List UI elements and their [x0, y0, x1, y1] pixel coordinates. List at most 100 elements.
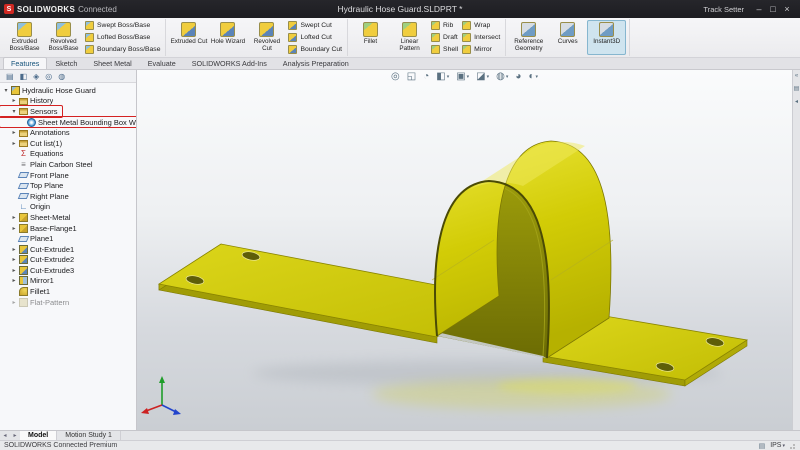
- tree-item-annotations[interactable]: ▸Annotations: [0, 127, 136, 138]
- zoom-area-icon[interactable]: ◱: [407, 71, 416, 82]
- cut-list-1-expander[interactable]: ▸: [11, 140, 17, 147]
- tab-evaluate[interactable]: Evaluate: [140, 57, 184, 69]
- swept-boss-base-button[interactable]: Swept Boss/Base: [85, 20, 160, 31]
- tree-item-origin[interactable]: Origin: [0, 202, 136, 213]
- user-name[interactable]: Track Setter: [703, 5, 744, 14]
- fillet-button[interactable]: Fillet: [351, 20, 390, 55]
- edit-appearance-icon[interactable]: ◕: [515, 71, 521, 82]
- tree-item-sheet-metal-bounding-box-width1-9in[interactable]: Sheet Metal Bounding Box Width1 (9in): [0, 117, 137, 128]
- tree-item-equations[interactable]: Equations: [0, 149, 136, 160]
- task-pane-icon[interactable]: ▤: [794, 85, 800, 92]
- lofted-cut-button[interactable]: Lofted Cut: [288, 32, 342, 43]
- revolved-boss-base-button[interactable]: Revolved Boss/Base: [44, 20, 83, 55]
- view-settings-icon[interactable]: ◐▾: [528, 71, 538, 82]
- maximize-button[interactable]: □: [766, 0, 780, 18]
- extruded-cut-button[interactable]: Extruded Cut: [169, 20, 208, 55]
- tree-item-sensors[interactable]: ▾Sensors: [0, 106, 62, 117]
- tab-sketch[interactable]: Sketch: [47, 57, 85, 69]
- zoom-fit-icon[interactable]: ◎: [391, 71, 400, 82]
- tab-motion-study-1[interactable]: Motion Study 1: [57, 431, 121, 440]
- resize-grip[interactable]: [790, 443, 796, 449]
- tree-item-label: Plain Carbon Steel: [30, 160, 93, 169]
- display-style-icon[interactable]: ◪▾: [476, 71, 489, 82]
- graphics-viewport[interactable]: ◎ ◱ ◔ ◧▾ ▣▾ ◪▾ ◍▾ ◕ ◐▾: [137, 70, 792, 430]
- center-hump[interactable]: [432, 141, 613, 358]
- propertymanager-tab[interactable]: ◧: [20, 70, 28, 83]
- history-expander[interactable]: ▸: [11, 97, 17, 104]
- shell-button[interactable]: Shell: [431, 44, 458, 55]
- tree-item-cut-list-1[interactable]: ▸Cut list(1): [0, 138, 136, 149]
- cut-extrude3-expander[interactable]: ▸: [11, 267, 17, 274]
- tree-item-base-flange1[interactable]: ▸Base-Flange1: [0, 223, 136, 234]
- command-manager-tabs: FeaturesSketchSheet MetalEvaluateSOLIDWO…: [0, 58, 800, 70]
- tab-features[interactable]: Features: [3, 57, 47, 69]
- tree-item-hydraulic-hose-guard[interactable]: ▾Hydraulic Hose Guard: [0, 85, 136, 96]
- tree-item-cut-extrude3[interactable]: ▸Cut-Extrude3: [0, 265, 136, 276]
- collapse-pane-icon[interactable]: «: [795, 73, 798, 79]
- extruded-boss-base-icon: [17, 22, 32, 37]
- instant3d-button[interactable]: Instant3D: [587, 20, 626, 55]
- hose-guard-part-view[interactable]: [137, 70, 792, 430]
- intersect-button[interactable]: Intersect: [462, 32, 500, 43]
- previous-view-icon[interactable]: ◔: [423, 71, 429, 82]
- tree-item-cut-extrude1[interactable]: ▸Cut-Extrude1: [0, 244, 136, 255]
- status-menu-icon[interactable]: ▤: [759, 442, 766, 450]
- tab-sheet-metal[interactable]: Sheet Metal: [85, 57, 139, 69]
- tab-analysis-preparation[interactable]: Analysis Preparation: [275, 57, 357, 69]
- tree-item-front-plane[interactable]: Front Plane: [0, 170, 136, 181]
- linear-pattern-button[interactable]: Linear Pattern: [390, 20, 429, 55]
- base-flange1-expander[interactable]: ▸: [11, 225, 17, 232]
- resources-icon[interactable]: ◂: [795, 98, 798, 105]
- mirror1-expander[interactable]: ▸: [11, 277, 17, 284]
- view-orientation-icon[interactable]: ▣▾: [456, 71, 469, 82]
- draft-button[interactable]: Draft: [431, 32, 458, 43]
- tree-item-mirror1[interactable]: ▸Mirror1: [0, 276, 136, 287]
- hide-show-icon[interactable]: ◍▾: [496, 71, 508, 82]
- tree-item-flat-pattern[interactable]: ▸Flat-Pattern: [0, 297, 136, 308]
- mirror-button[interactable]: Mirror: [462, 44, 500, 55]
- wrap-button[interactable]: Wrap: [462, 20, 500, 31]
- sheet-metal-expander[interactable]: ▸: [11, 214, 17, 221]
- tab-solidworks-add-ins[interactable]: SOLIDWORKS Add-Ins: [184, 57, 275, 69]
- featuremanager-tab[interactable]: ▤: [6, 70, 14, 83]
- boundary-boss-base-button[interactable]: Boundary Boss/Base: [85, 44, 160, 55]
- curves-icon: [560, 22, 575, 37]
- section-view-icon[interactable]: ◧▾: [436, 71, 449, 82]
- revolved-cut-button[interactable]: Revolved Cut: [247, 20, 286, 55]
- tree-item-right-plane[interactable]: Right Plane: [0, 191, 136, 202]
- scroll-left-icon[interactable]: ◂: [0, 431, 10, 440]
- configurationmanager-tab[interactable]: ◈: [33, 70, 39, 83]
- curves-button[interactable]: Curves: [548, 20, 587, 55]
- lofted-boss-base-button[interactable]: Lofted Boss/Base: [85, 32, 160, 43]
- rib-button[interactable]: Rib: [431, 20, 458, 31]
- sensors-expander[interactable]: ▾: [11, 108, 17, 115]
- close-button[interactable]: ×: [780, 0, 794, 18]
- tree-item-cut-extrude2[interactable]: ▸Cut-Extrude2: [0, 255, 136, 266]
- reference-geometry-button[interactable]: Reference Geometry: [509, 20, 548, 55]
- flat-pattern-expander[interactable]: ▸: [11, 299, 17, 306]
- hole-wizard-button[interactable]: Hole Wizard: [208, 20, 247, 55]
- dimxpertmanager-tab[interactable]: ◎: [45, 70, 52, 83]
- tab-model[interactable]: Model: [20, 431, 57, 440]
- tree-item-history[interactable]: ▸History: [0, 96, 136, 107]
- scroll-right-icon[interactable]: ▸: [10, 431, 20, 440]
- tree-item-top-plane[interactable]: Top Plane: [0, 180, 136, 191]
- annotations-expander[interactable]: ▸: [11, 129, 17, 136]
- boundary-cut-button[interactable]: Boundary Cut: [288, 44, 342, 55]
- units-selector[interactable]: IPS ▾: [770, 442, 785, 449]
- sensor-icon: [27, 118, 36, 127]
- extruded-boss-base-button[interactable]: Extruded Boss/Base: [5, 20, 44, 55]
- cut-extrude2-expander[interactable]: ▸: [11, 256, 17, 263]
- hydraulic-hose-guard-expander[interactable]: ▾: [3, 87, 9, 94]
- orientation-triad: [141, 376, 181, 415]
- tree-item-plain-carbon-steel[interactable]: Plain Carbon Steel: [0, 159, 136, 170]
- pattern-group-stack: RibDraftShell: [429, 20, 460, 55]
- heads-up-view-toolbar: ◎ ◱ ◔ ◧▾ ▣▾ ◪▾ ◍▾ ◕ ◐▾: [391, 71, 538, 82]
- swept-cut-button[interactable]: Swept Cut: [288, 20, 342, 31]
- tree-item-fillet1[interactable]: Fillet1: [0, 286, 136, 297]
- tree-item-plane1[interactable]: Plane1: [0, 233, 136, 244]
- minimize-button[interactable]: –: [752, 0, 766, 18]
- tree-item-sheet-metal[interactable]: ▸Sheet-Metal: [0, 212, 136, 223]
- displaymanager-tab[interactable]: ◍: [58, 70, 65, 83]
- cut-extrude1-expander[interactable]: ▸: [11, 246, 17, 253]
